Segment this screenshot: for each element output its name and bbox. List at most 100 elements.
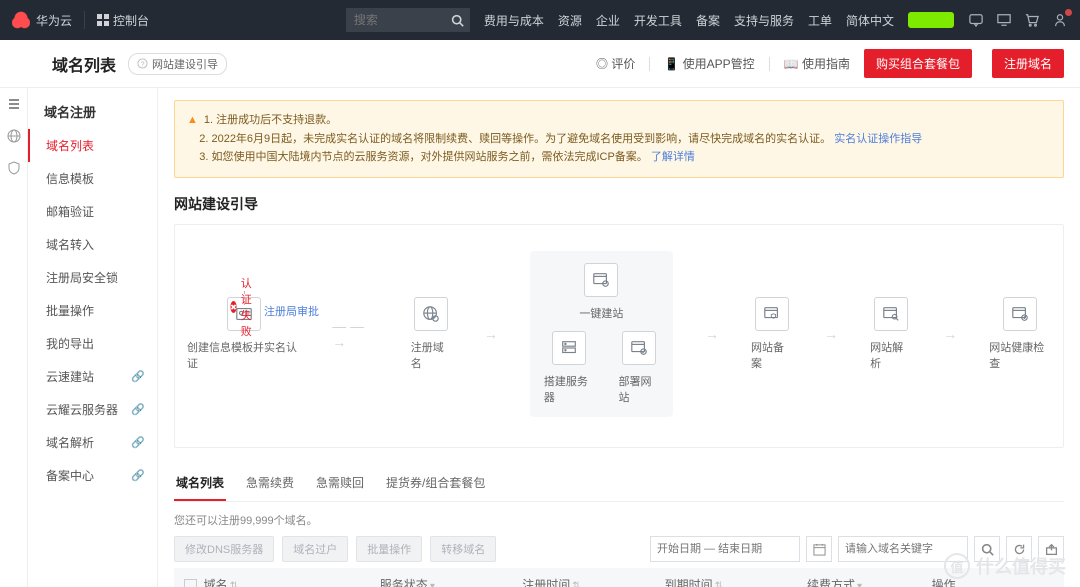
sidebar-item-my-export[interactable]: 我的导出	[28, 327, 157, 360]
window-check-icon	[622, 331, 656, 365]
transfer-owner-button[interactable]: 域名过户	[282, 536, 348, 562]
refresh-icon[interactable]	[1006, 536, 1032, 562]
notification-icon[interactable]	[1052, 12, 1068, 28]
top-icons	[968, 12, 1068, 28]
calendar-icon[interactable]	[806, 536, 832, 562]
sidebar-item-registry-lock[interactable]: 注册局安全锁	[28, 261, 157, 294]
sidebar-item-cloudsite[interactable]: 云速建站🔗	[28, 360, 157, 393]
icon-rail	[0, 88, 28, 587]
cart-icon[interactable]	[1024, 12, 1040, 28]
external-link-icon: 🔗	[131, 370, 145, 383]
sidebar-item-info-template[interactable]: 信息模板	[28, 162, 157, 195]
redacted-account	[908, 12, 954, 28]
top-menu-item[interactable]: 开发工具	[634, 12, 682, 29]
arrow-icon: — — →	[332, 318, 379, 350]
wizard-step-register[interactable]: 注册域名	[411, 297, 452, 371]
menu-icon[interactable]	[6, 96, 22, 112]
filter-icon[interactable]: ▾	[857, 581, 862, 587]
export-icon[interactable]	[1038, 536, 1064, 562]
svg-text:?: ?	[140, 59, 144, 68]
sidebar-item-domain-list[interactable]: 域名列表	[28, 129, 157, 162]
globe-icon[interactable]	[6, 128, 22, 144]
console-link[interactable]: 控制台	[97, 12, 149, 29]
alert-line-2: 2. 2022年6月9日起，未完成实名认证的域名将限制续费、赎回等操作。为了避免…	[199, 133, 831, 145]
col-exp-time[interactable]: 到期时间	[665, 578, 713, 587]
alert-link-realname[interactable]: 实名认证操作指导	[834, 133, 922, 145]
tab-domain-list[interactable]: 域名列表	[174, 466, 226, 501]
alert-link-icp[interactable]: 了解详情	[651, 151, 695, 163]
window-shield-icon	[755, 297, 789, 331]
top-menu-item[interactable]: 简体中文	[846, 12, 894, 29]
tab-redeem-urgent[interactable]: 急需赎回	[314, 466, 366, 501]
evaluate-link[interactable]: ◎ 评价	[596, 55, 635, 72]
col-reg-time[interactable]: 注册时间	[522, 578, 570, 587]
bulk-toolbar: 修改DNS服务器 域名过户 批量操作 转移域名	[174, 536, 1064, 562]
content-shell: 域名注册 域名列表 信息模板 邮箱验证 域名转入 注册局安全锁 批量操作 我的导…	[0, 88, 1080, 587]
wizard-step-deploy[interactable]: 部署网站	[618, 331, 658, 405]
separator	[769, 57, 770, 71]
date-range-input[interactable]	[650, 536, 800, 562]
top-menu-item[interactable]: 资源	[558, 12, 582, 29]
sort-icon[interactable]: ⇅	[715, 581, 723, 587]
wizard-step-resolve[interactable]: 网站解析	[870, 297, 911, 371]
top-menu-item[interactable]: 工单	[808, 12, 832, 29]
modify-dns-button[interactable]: 修改DNS服务器	[174, 536, 274, 562]
side-nav: 域名注册 域名列表 信息模板 邮箱验证 域名转入 注册局安全锁 批量操作 我的导…	[28, 88, 158, 587]
page-title: 域名列表	[52, 52, 116, 76]
chat-icon[interactable]	[968, 12, 984, 28]
transfer-domain-button[interactable]: 转移域名	[430, 536, 496, 562]
top-menu-item[interactable]: 费用与成本	[484, 12, 544, 29]
shield-icon[interactable]	[6, 160, 22, 176]
filter-icon[interactable]: ▾	[430, 581, 435, 587]
step-label: 网站解析	[870, 339, 911, 371]
tab-coupons[interactable]: 提货券/组合套餐包	[384, 466, 487, 501]
top-menu-item[interactable]: 企业	[596, 12, 620, 29]
register-domain-button[interactable]: 注册域名	[992, 49, 1064, 78]
sort-icon[interactable]: ⇅	[572, 581, 580, 587]
console-label: 控制台	[113, 12, 149, 29]
top-search-input[interactable]	[346, 8, 446, 32]
flow-label: 注册局审批	[264, 303, 319, 319]
wizard-step-server[interactable]: 搭建服务器	[544, 331, 595, 405]
remaining-note: 您还可以注册99,999个域名。	[174, 512, 1064, 528]
sidebar-item-batch-ops[interactable]: 批量操作	[28, 294, 157, 327]
guide-link[interactable]: 📖 使用指南	[784, 55, 850, 72]
top-menu-item[interactable]: 备案	[696, 12, 720, 29]
sidebar-item-beian[interactable]: 备案中心🔗	[28, 459, 157, 492]
brand-name: 华为云	[36, 12, 72, 29]
search-icon[interactable]	[446, 8, 470, 32]
step-label: 一键建站	[579, 305, 623, 321]
wizard-step-beian[interactable]: 网站备案	[751, 297, 792, 371]
wizard-flow: 认证失败 注册局审批 创建信息模板并实名认证 — — → 注册域名 → 一键建站	[174, 224, 1064, 448]
col-renew-mode[interactable]: 续费方式	[807, 578, 855, 587]
nav-title: 域名注册	[28, 92, 157, 129]
wizard-step-health[interactable]: 网站健康检查	[989, 297, 1051, 371]
col-status[interactable]: 服务状态	[380, 578, 428, 587]
sidebar-item-transfer-in[interactable]: 域名转入	[28, 228, 157, 261]
keyword-input[interactable]	[838, 536, 968, 562]
batch-op-button[interactable]: 批量操作	[356, 536, 422, 562]
buy-package-button[interactable]: 购买组合套餐包	[864, 49, 972, 78]
domain-table: 域名⇅ 服务状态▾ 注册时间⇅ 到期时间⇅ 续费方式▾ 操作 已实名认证 202…	[174, 568, 1064, 587]
wizard-title: 网站建设引导	[174, 194, 1064, 214]
warning-alert: ▲1. 注册成功后不支持退款。 2. 2022年6月9日起，未完成实名认证的域名…	[174, 100, 1064, 178]
globe-gear-icon	[414, 297, 448, 331]
col-domain[interactable]: 域名	[204, 578, 228, 587]
top-menu-item[interactable]: 支持与服务	[734, 12, 794, 29]
wizard-step-template[interactable]: 认证失败 注册局审批 创建信息模板并实名认证	[187, 297, 300, 371]
search-icon-btn[interactable]	[974, 536, 1000, 562]
wizard-pill[interactable]: ? 网站建设引导	[128, 53, 227, 75]
sidebar-item-hecs[interactable]: 云耀云服务器🔗	[28, 393, 157, 426]
monitor-icon[interactable]	[996, 12, 1012, 28]
table-header-row: 域名⇅ 服务状态▾ 注册时间⇅ 到期时间⇅ 续费方式▾ 操作	[174, 568, 1064, 587]
wizard-step-quicksite[interactable]: 一键建站	[579, 263, 623, 321]
select-all-checkbox[interactable]	[184, 579, 197, 587]
col-ops: 操作	[932, 578, 956, 587]
domain-tabs: 域名列表 急需续费 急需赎回 提货券/组合套餐包	[174, 466, 1064, 502]
brand[interactable]: 华为云	[12, 11, 85, 29]
tab-renew-urgent[interactable]: 急需续费	[244, 466, 296, 501]
sort-icon[interactable]: ⇅	[230, 581, 238, 587]
sidebar-item-dns[interactable]: 域名解析🔗	[28, 426, 157, 459]
app-manage-link[interactable]: 📱 使用APP管控	[664, 55, 754, 72]
sidebar-item-email-verify[interactable]: 邮箱验证	[28, 195, 157, 228]
